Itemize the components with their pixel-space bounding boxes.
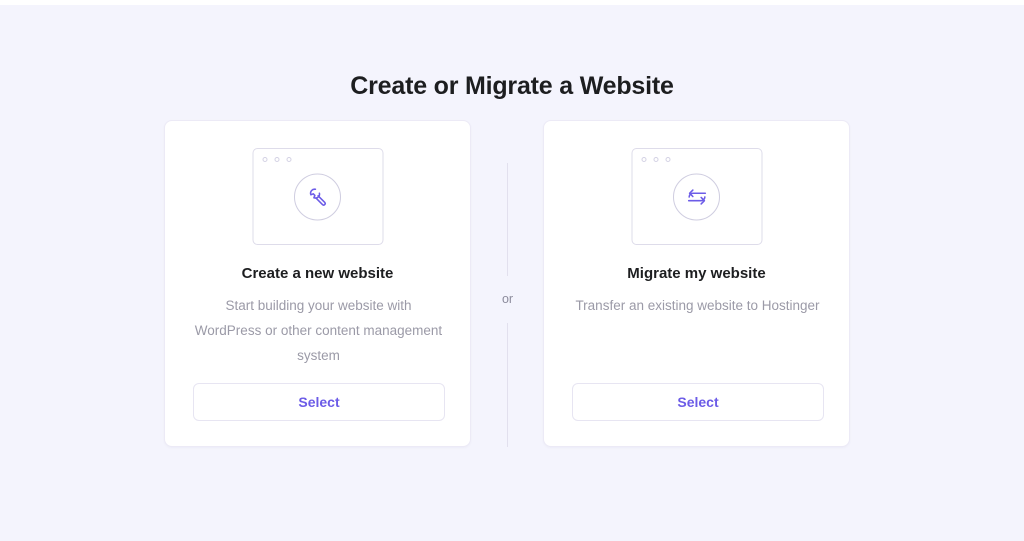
page-background: Create or Migrate a Website Create a new… (0, 5, 1024, 541)
transfer-arrows-icon (685, 186, 709, 208)
window-dots (262, 157, 291, 162)
card-title: Create a new website (241, 265, 394, 282)
window-dot-icon (641, 157, 646, 162)
window-dot-icon (653, 157, 658, 162)
card-description: Start building your website with WordPre… (194, 298, 443, 363)
wrench-icon (307, 186, 329, 208)
page-title: Create or Migrate a Website (350, 71, 674, 100)
icon-circle (673, 173, 720, 220)
window-dot-icon (274, 157, 279, 162)
option-card-create-new-website[interactable]: Create a new website Start building your… (164, 120, 471, 447)
divider-line-bottom (507, 323, 508, 447)
window-dot-icon (665, 157, 670, 162)
or-divider: or (490, 163, 525, 447)
window-dot-icon (262, 157, 267, 162)
icon-circle (294, 173, 341, 220)
card-title: Migrate my website (627, 265, 766, 282)
window-dots (641, 157, 670, 162)
window-dot-icon (286, 157, 291, 162)
select-button-migrate-my-website[interactable]: Select (572, 383, 824, 421)
divider-line-top (507, 163, 508, 276)
options-container: Create a new website Start building your… (164, 120, 851, 447)
select-button-create-new-website[interactable]: Select (193, 383, 445, 421)
browser-window-illustration (252, 148, 383, 245)
divider-label: or (490, 276, 525, 323)
browser-window-illustration (631, 148, 762, 245)
option-card-migrate-my-website[interactable]: Migrate my website Transfer an existing … (543, 120, 850, 447)
card-description: Transfer an existing website to Hostinge… (575, 298, 820, 313)
